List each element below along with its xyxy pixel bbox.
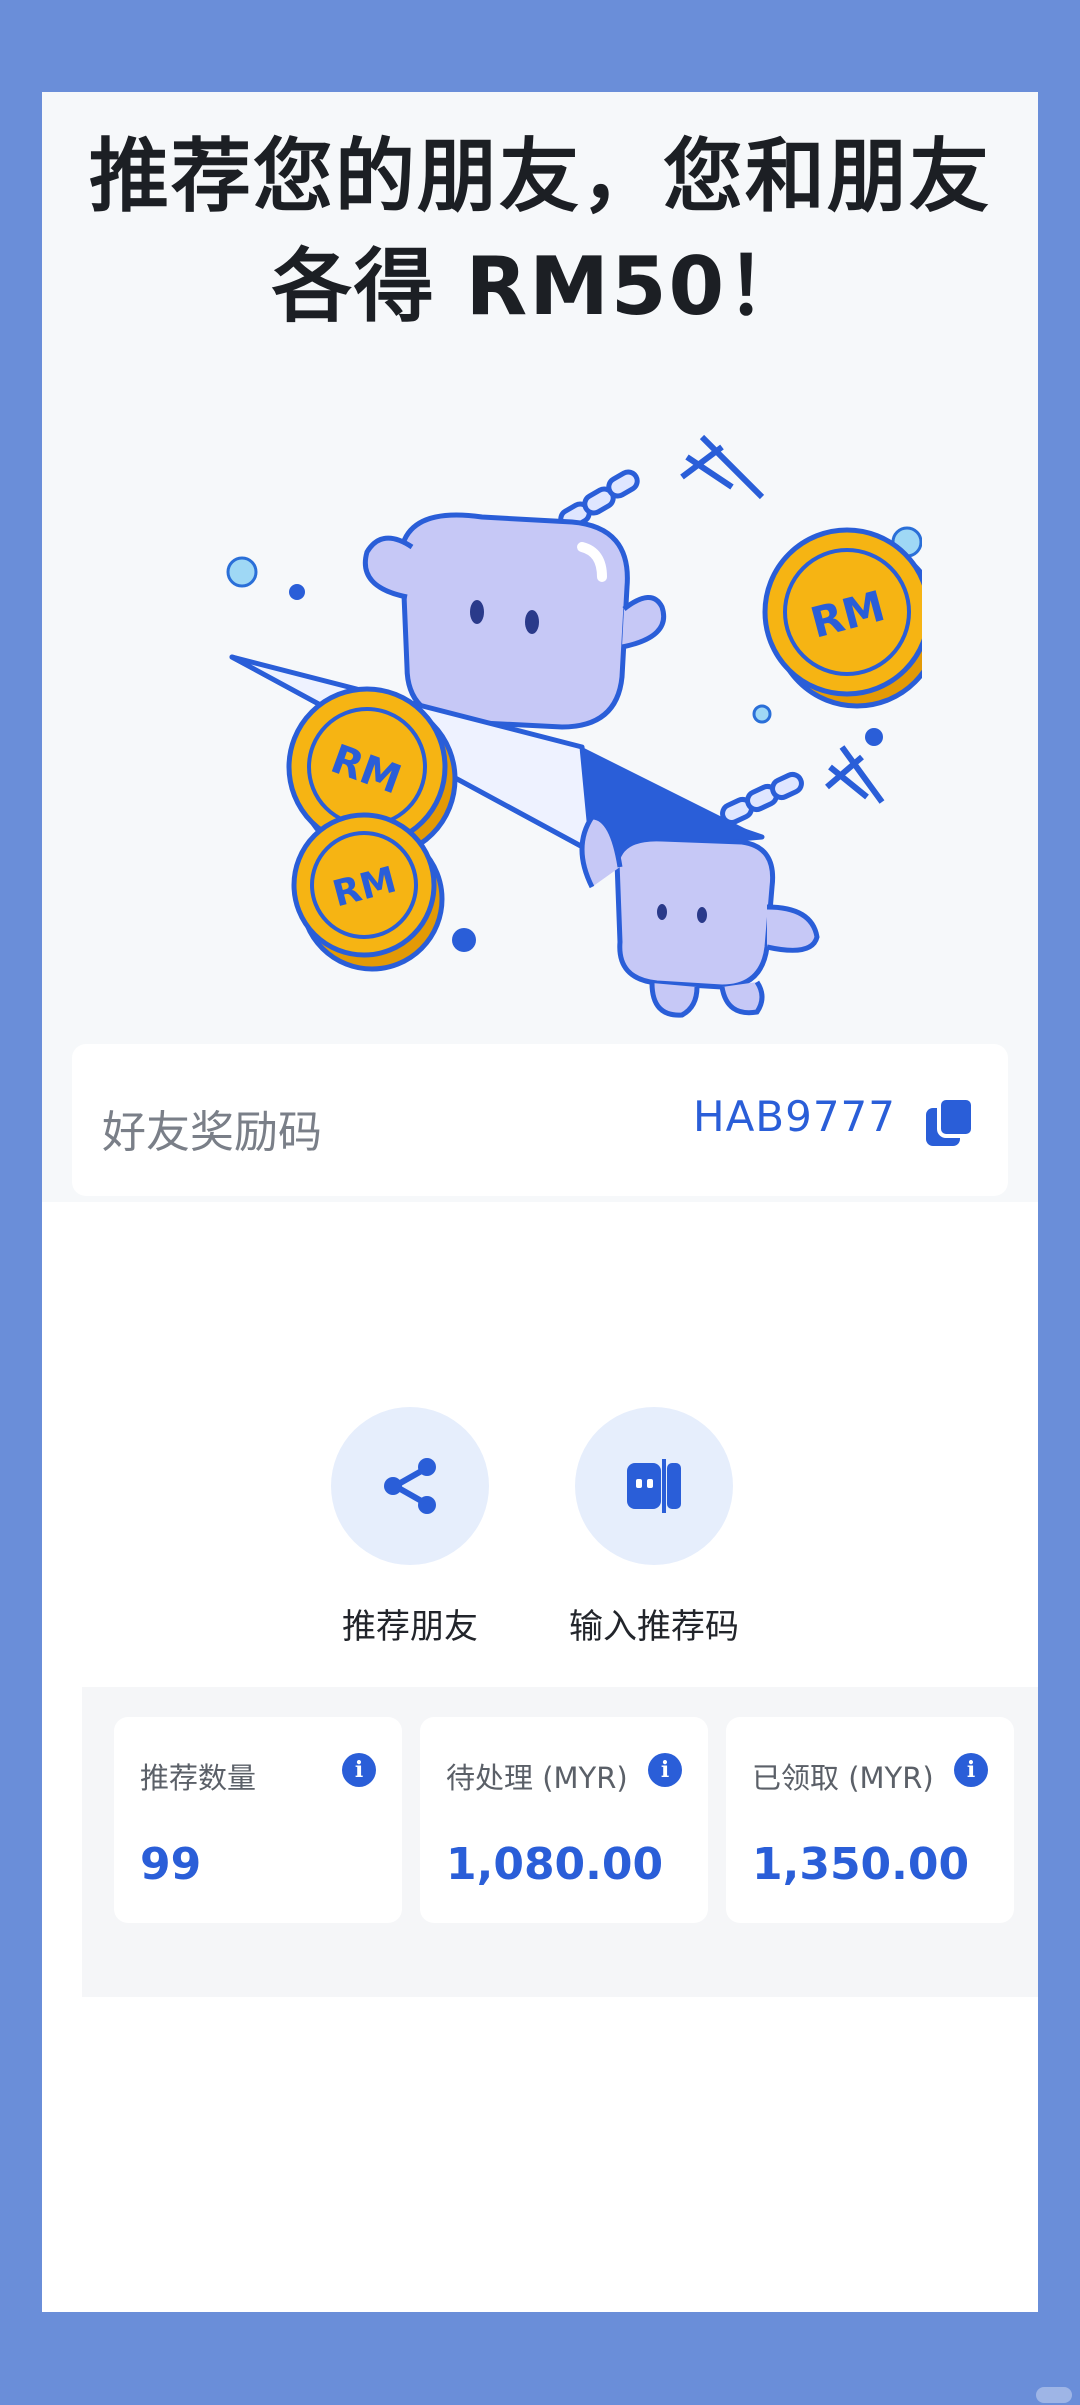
watermark-mark [1036, 2387, 1072, 2403]
code-entry-icon [627, 1459, 681, 1513]
info-icon[interactable]: i [954, 1753, 988, 1787]
stat-card-pending: 待处理 (MYR) i 1,080.00 [420, 1717, 708, 1923]
enter-code-icon-circle[interactable] [575, 1407, 733, 1565]
copy-icon[interactable] [922, 1094, 978, 1150]
refer-friend-icon-circle[interactable] [331, 1407, 489, 1565]
refer-friend-label: 推荐朋友 [342, 1607, 478, 1647]
stat-card-claimed: 已领取 (MYR) i 1,350.00 [726, 1717, 1014, 1923]
page-title: 推荐您的朋友，您和朋友 各得 RM50！ [42, 122, 1038, 342]
stat-title: 已领取 (MYR) [752, 1761, 934, 1795]
info-icon[interactable]: i [342, 1753, 376, 1787]
enter-code-label: 输入推荐码 [569, 1607, 739, 1647]
referral-code-box: 好友奖励码 HAB9777 [72, 1044, 1008, 1196]
referral-code-value[interactable]: HAB9777 [693, 1092, 896, 1141]
referral-code-label: 好友奖励码 [102, 1107, 322, 1158]
stat-card-referrals: 推荐数量 i 99 [114, 1717, 402, 1923]
stat-title: 待处理 (MYR) [446, 1761, 628, 1795]
refer-friend-button[interactable]: 推荐朋友 [290, 1407, 530, 1648]
share-icon [384, 1458, 436, 1514]
stat-value: 1,080.00 [446, 1839, 664, 1890]
hero-section: 推荐您的朋友，您和朋友 各得 RM50！ RM RM RM 好友奖励码 HAB9… [42, 92, 1038, 1202]
stat-title: 推荐数量 [140, 1761, 257, 1795]
referral-page: 推荐您的朋友，您和朋友 各得 RM50！ RM RM RM 好友奖励码 HAB9… [42, 92, 1038, 2312]
enter-code-button[interactable]: 输入推荐码 [534, 1407, 774, 1648]
stat-value: 1,350.00 [752, 1839, 970, 1890]
info-icon[interactable]: i [648, 1753, 682, 1787]
title-line-1: 推荐您的朋友，您和朋友 [89, 130, 991, 223]
stat-value: 99 [140, 1839, 202, 1890]
title-line-2: 各得 RM50！ [271, 240, 809, 333]
coin-top-right: RM [762, 527, 922, 709]
referral-illustration: RM RM RM [226, 434, 922, 1018]
